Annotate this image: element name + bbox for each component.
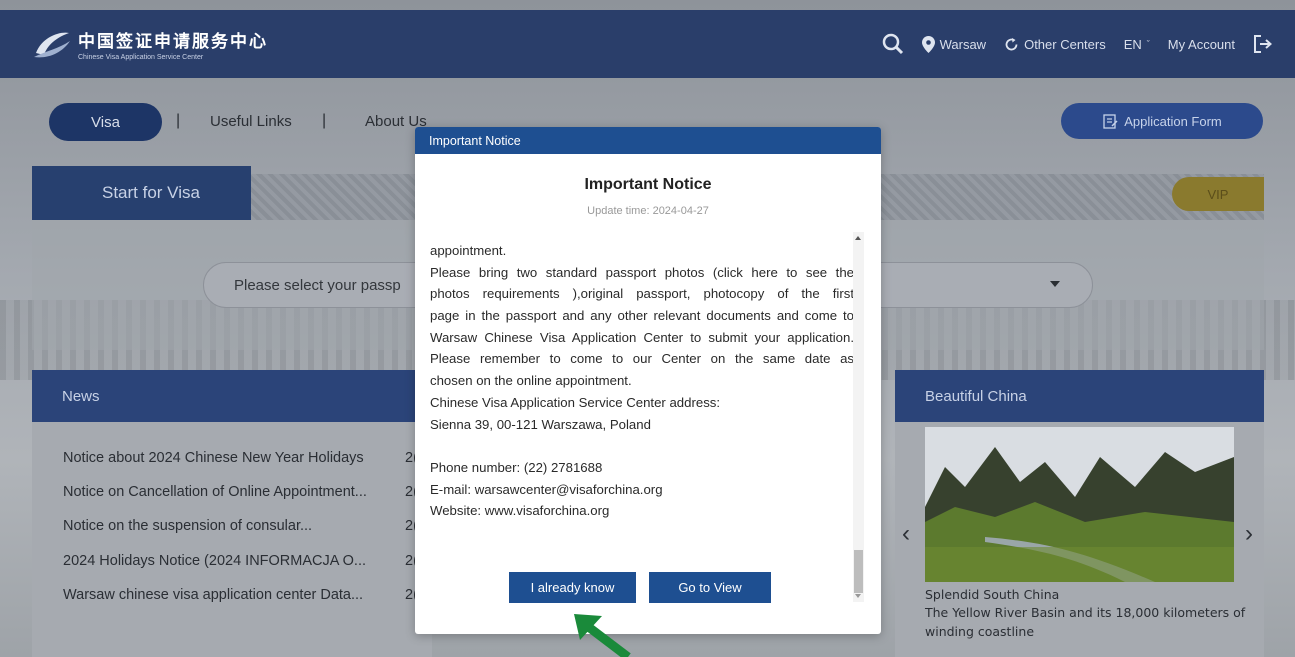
notice-line: Please remember to come to our Center on… — [430, 351, 854, 367]
site-logo[interactable]: 中国签证申请服务中心 Chinese Visa Application Serv… — [32, 27, 268, 61]
scroll-up-icon[interactable] — [855, 236, 861, 240]
notice-line — [430, 435, 854, 457]
carousel-prev-icon[interactable]: ‹ — [902, 520, 910, 548]
notice-line: Phone number: (22) 2781688 — [430, 459, 603, 475]
logout-icon[interactable] — [1253, 35, 1273, 53]
news-item[interactable]: Warsaw chinese visa application center D… — [63, 587, 363, 603]
modal-update-time: Update time: 2024-04-27 — [587, 205, 709, 217]
modal-header: Important Notice — [415, 127, 881, 154]
other-centers-link[interactable]: Other Centers — [1004, 37, 1106, 52]
nav-visa-button[interactable]: Visa — [49, 103, 162, 141]
news-header: News — [32, 370, 432, 422]
scroll-thumb[interactable] — [854, 550, 863, 593]
notice-body: appointment. Please bring two standard p… — [430, 240, 854, 522]
landscape-photo[interactable] — [925, 427, 1234, 582]
green-pointer-arrow-icon — [574, 614, 631, 657]
start-for-visa-tab[interactable]: Start for Visa — [32, 166, 251, 220]
news-item[interactable]: Notice on the suspension of consular... — [63, 518, 312, 534]
beautiful-china-header: Beautiful China — [895, 370, 1264, 422]
notice-line: Website: www.visaforchina.org — [430, 503, 610, 519]
my-account-link[interactable]: My Account — [1168, 37, 1235, 52]
chevron-down-icon: ˇ — [1146, 39, 1150, 49]
carousel-next-icon[interactable]: › — [1245, 520, 1253, 548]
news-item[interactable]: Notice on Cancellation of Online Appoint… — [63, 484, 367, 500]
modal-title: Important Notice — [584, 176, 712, 193]
go-to-view-button[interactable]: Go to View — [649, 572, 771, 603]
logo-swirl-icon — [34, 32, 70, 58]
photo-caption-line: The Yellow River Basin and its 18,000 ki… — [925, 605, 1246, 620]
top-bar: 中国签证申请服务中心 Chinese Visa Application Serv… — [0, 10, 1295, 78]
form-edit-icon — [1103, 114, 1118, 129]
notice-line: photos requirements ),original passport,… — [430, 286, 854, 302]
notice-line: chosen on the online appointment. — [430, 373, 632, 389]
application-form-label: Application Form — [1124, 113, 1222, 129]
notice-line: page in the passport and any other relev… — [430, 308, 854, 324]
notice-line: Chinese Visa Application Service Center … — [430, 394, 721, 410]
location-pin-icon — [921, 35, 935, 53]
refresh-icon — [1005, 37, 1018, 50]
language-label: EN — [1123, 36, 1142, 52]
vip-button[interactable]: VIP — [1172, 177, 1264, 211]
location-label: Warsaw — [939, 36, 987, 52]
photo-caption-title: Splendid South China — [925, 587, 1060, 602]
notice-scrollbar[interactable] — [853, 232, 864, 602]
nav-separator: | — [176, 112, 181, 129]
application-form-button[interactable]: Application Form — [1061, 103, 1263, 139]
logo-chinese-text: 中国签证申请服务中心 — [78, 32, 268, 52]
other-centers-label: Other Centers — [1024, 36, 1106, 52]
chevron-down-icon[interactable] — [1050, 281, 1060, 287]
news-item[interactable]: Notice about 2024 Chinese New Year Holid… — [63, 450, 364, 466]
notice-line: appointment. — [430, 243, 507, 258]
location-selector[interactable]: Warsaw — [921, 35, 987, 53]
notice-line: E-mail: warsawcenter@visaforchina.org — [430, 481, 663, 497]
language-selector[interactable]: EN ˇ — [1124, 37, 1150, 52]
search-icon[interactable] — [882, 33, 904, 55]
logo-english-text: Chinese Visa Application Service Center — [78, 54, 204, 61]
i-already-know-button[interactable]: I already know — [509, 572, 636, 603]
scroll-down-icon[interactable] — [855, 594, 861, 598]
news-item[interactable]: 2024 Holidays Notice (2024 INFORMACJA O.… — [63, 553, 366, 569]
important-notice-modal: Important Notice Important Notice Update… — [415, 127, 881, 634]
notice-line: Sienna 39, 00-121 Warszawa, Poland — [430, 416, 651, 432]
passport-select-placeholder: Please select your passp — [234, 276, 401, 294]
nav-useful-links[interactable]: Useful Links — [210, 113, 292, 130]
notice-line: Warsaw Chinese Visa Application Center t… — [430, 329, 854, 345]
notice-line: Please bring two standard passport photo… — [430, 264, 854, 280]
photo-caption-line: winding coastline — [925, 624, 1035, 639]
nav-separator: | — [322, 112, 327, 129]
